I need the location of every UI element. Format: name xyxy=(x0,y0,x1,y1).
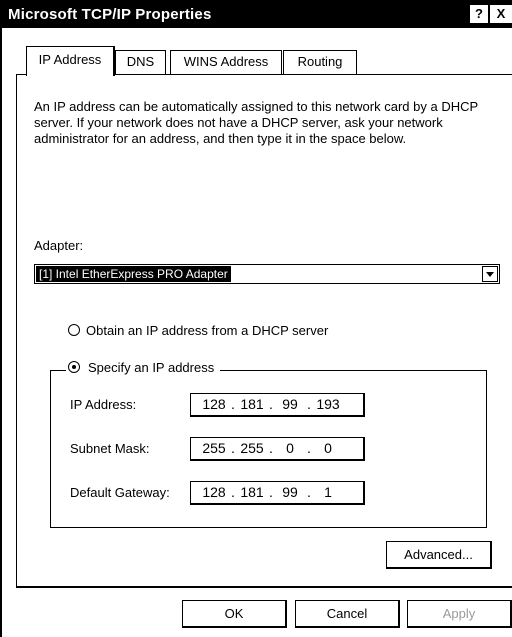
gateway-octet-3[interactable]: 99 xyxy=(275,482,305,503)
ip-octet-3[interactable]: 99 xyxy=(275,394,305,415)
default-gateway-label: Default Gateway: xyxy=(70,485,170,500)
dhcp-radio-label[interactable]: Obtain an IP address from a DHCP server xyxy=(86,323,328,339)
tab-dns[interactable]: DNS xyxy=(115,50,166,74)
advanced-button[interactable]: Advanced... xyxy=(386,541,492,569)
ok-button[interactable]: OK xyxy=(182,600,287,628)
help-button[interactable]: ? xyxy=(469,4,489,24)
window-title: Microsoft TCP/IP Properties xyxy=(8,6,212,23)
subnet-octet-3[interactable]: 0 xyxy=(275,438,305,459)
tab-ip-address[interactable]: IP Address xyxy=(26,46,115,76)
gateway-octet-2[interactable]: 181 xyxy=(237,482,267,503)
specify-radio[interactable] xyxy=(68,361,80,373)
subnet-mask-field[interactable]: 255 . 255 . 0 . 0 xyxy=(190,437,365,461)
close-button[interactable]: X xyxy=(489,4,512,24)
dhcp-radio[interactable] xyxy=(68,324,80,336)
adapter-selected-value: [1] Intel EtherExpress PRO Adapter xyxy=(36,266,231,282)
ip-octet-1[interactable]: 128 xyxy=(199,394,229,415)
chevron-down-icon[interactable] xyxy=(482,266,498,282)
tab-wins-address[interactable]: WINS Address xyxy=(170,50,282,74)
ip-octet-4[interactable]: 193 xyxy=(313,394,343,415)
ip-octet-2[interactable]: 181 xyxy=(237,394,267,415)
subnet-octet-2[interactable]: 255 xyxy=(237,438,267,459)
ip-address-field[interactable]: 128 . 181 . 99 . 193 xyxy=(190,393,365,417)
tab-routing[interactable]: Routing xyxy=(283,50,357,74)
subnet-mask-label: Subnet Mask: xyxy=(70,441,150,456)
default-gateway-field[interactable]: 128 . 181 . 99 . 1 xyxy=(190,481,365,505)
subnet-octet-4[interactable]: 0 xyxy=(313,438,343,459)
specify-radio-label[interactable]: Specify an IP address xyxy=(88,360,214,375)
ip-address-label: IP Address: xyxy=(70,397,137,412)
apply-button[interactable]: Apply xyxy=(407,600,512,628)
adapter-label: Adapter: xyxy=(34,238,84,253)
specify-radio-option[interactable]: Specify an IP address xyxy=(66,360,221,376)
cancel-button[interactable]: Cancel xyxy=(295,600,400,628)
gateway-octet-1[interactable]: 128 xyxy=(199,482,229,503)
adapter-select[interactable]: [1] Intel EtherExpress PRO Adapter xyxy=(34,264,500,284)
description-text: An IP address can be automatically assig… xyxy=(34,99,478,146)
tcpip-properties-dialog: Microsoft TCP/IP Properties ? X IP Addre… xyxy=(0,0,512,637)
subnet-octet-1[interactable]: 255 xyxy=(199,438,229,459)
title-bar[interactable]: Microsoft TCP/IP Properties ? X xyxy=(2,2,512,28)
gateway-octet-4[interactable]: 1 xyxy=(313,482,343,503)
